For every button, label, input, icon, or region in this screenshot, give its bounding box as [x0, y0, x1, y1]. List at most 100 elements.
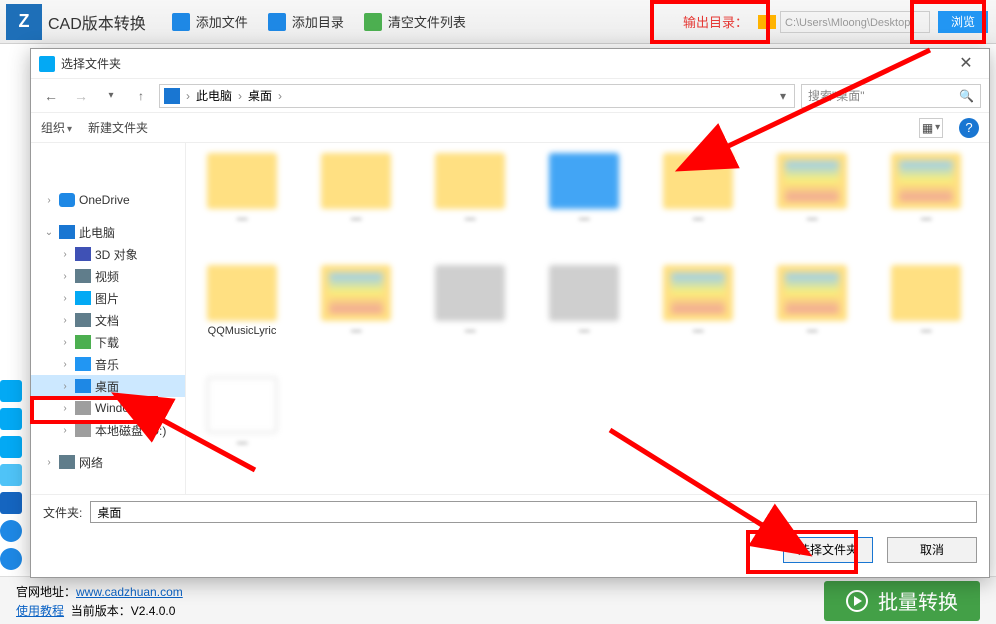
nav-row: ← → ▾ ↑ › 此电脑 › 桌面 › ▾ 搜索"桌面" 🔍 [31, 79, 989, 113]
dock-icon[interactable] [0, 380, 22, 402]
search-icon: 🔍 [959, 89, 974, 103]
cube-icon [75, 247, 91, 261]
tree-pictures[interactable]: ›图片 [31, 287, 185, 309]
dock-icon[interactable] [0, 520, 22, 542]
tree-videos[interactable]: ›视频 [31, 265, 185, 287]
tutorial-link[interactable]: 使用教程 [16, 604, 64, 618]
tree-network[interactable]: ›网络 [31, 451, 185, 473]
plus-icon [172, 13, 190, 31]
batch-convert-button[interactable]: 批量转换 [824, 581, 980, 621]
dock-icon[interactable] [0, 492, 22, 514]
desktop-icon [75, 379, 91, 393]
crumb-dropdown[interactable]: ▾ [776, 89, 790, 103]
folder-item[interactable]: — [884, 153, 968, 241]
select-folder-button[interactable]: 选择文件夹 [783, 537, 873, 563]
chevron-right-icon: › [186, 89, 190, 103]
up-button[interactable]: ↑ [129, 84, 153, 108]
folder-item[interactable]: — [314, 153, 398, 241]
folder-item[interactable]: — [884, 265, 968, 353]
organize-button[interactable]: 组织▾ [41, 119, 72, 136]
back-button[interactable]: ← [39, 84, 63, 108]
clear-list-label: 清空文件列表 [388, 12, 466, 31]
folder-content: — — — — — — — QQMusicLyric — — — — — — — [186, 143, 989, 494]
folder-item[interactable]: — [428, 153, 512, 241]
folder-item[interactable]: — [200, 377, 284, 465]
folder-item[interactable]: QQMusicLyric [200, 265, 284, 353]
view-mode-button[interactable]: ▦▾ [919, 118, 943, 138]
tree-this-pc[interactable]: ⌄此电脑 [31, 221, 185, 243]
add-file-label: 添加文件 [196, 12, 248, 31]
tree-music[interactable]: ›音乐 [31, 353, 185, 375]
dock-icon[interactable] [0, 436, 22, 458]
recent-dropdown[interactable]: ▾ [99, 84, 123, 108]
batch-label: 批量转换 [878, 586, 958, 615]
site-label: 官网地址： [16, 585, 76, 599]
close-button[interactable]: ✕ [951, 49, 981, 79]
folder-item[interactable]: — [200, 153, 284, 241]
drive-icon [75, 423, 91, 437]
crumb-this-pc[interactable]: 此电脑 [196, 87, 232, 104]
folder-item[interactable]: — [428, 265, 512, 353]
tree-documents[interactable]: ›文档 [31, 309, 185, 331]
dock-icon[interactable] [0, 548, 22, 570]
add-file-button[interactable]: 添加文件 [162, 0, 258, 44]
folder-name-row: 文件夹: [31, 494, 989, 529]
folder-item[interactable]: — [542, 265, 626, 353]
picture-icon [75, 291, 91, 305]
crumb-desktop[interactable]: 桌面 [248, 87, 272, 104]
cloud-icon [59, 193, 75, 207]
new-folder-button[interactable]: 新建文件夹 [88, 119, 148, 136]
network-icon [59, 455, 75, 469]
list-icon [268, 13, 286, 31]
dialog-body: ›OneDrive ⌄此电脑 ›3D 对象 ›视频 ›图片 ›文档 ›下载 ›音… [31, 143, 989, 494]
dock-icon[interactable] [0, 464, 22, 486]
help-button[interactable]: ? [959, 118, 979, 138]
play-icon [846, 590, 868, 612]
video-icon [75, 269, 91, 283]
download-icon [75, 335, 91, 349]
folder-item[interactable]: — [542, 153, 626, 241]
chevron-right-icon: › [278, 89, 282, 103]
folder-name-input[interactable] [90, 501, 977, 523]
folder-item[interactable]: — [770, 265, 854, 353]
app-logo-icon: Z [6, 4, 42, 40]
tree-drive-c[interactable]: ›Windows (C:) [31, 397, 185, 419]
folder-field-label: 文件夹: [43, 504, 82, 521]
app-footer: 官网地址：www.cadzhuan.com 使用教程 当前版本：V2.4.0.0… [0, 576, 996, 624]
output-path-field[interactable]: C:\Users\Mloong\Desktop [780, 11, 930, 33]
search-input[interactable]: 搜索"桌面" 🔍 [801, 84, 981, 108]
clear-list-button[interactable]: 清空文件列表 [354, 0, 476, 44]
document-icon [75, 313, 91, 327]
add-dir-label: 添加目录 [292, 12, 344, 31]
forward-button[interactable]: → [69, 84, 93, 108]
folder-icon [758, 15, 776, 29]
dialog-toolbar: 组织▾ 新建文件夹 ▦▾ ? [31, 113, 989, 143]
drive-icon [75, 401, 91, 415]
folder-item[interactable]: — [770, 153, 854, 241]
app-title: CAD版本转换 [48, 10, 146, 34]
folder-item[interactable]: — [656, 153, 740, 241]
left-dock [0, 380, 22, 570]
add-dir-button[interactable]: 添加目录 [258, 0, 354, 44]
version-label: 当前版本： [71, 604, 131, 618]
tree-3d-objects[interactable]: ›3D 对象 [31, 243, 185, 265]
dialog-buttons: 选择文件夹 取消 [31, 529, 989, 577]
version-value: V2.4.0.0 [131, 604, 176, 618]
browse-button[interactable]: 浏览 [938, 11, 988, 33]
tree-desktop[interactable]: ›桌面 [31, 375, 185, 397]
tree-onedrive[interactable]: ›OneDrive [31, 189, 185, 211]
dock-icon[interactable] [0, 408, 22, 430]
tree-downloads[interactable]: ›下载 [31, 331, 185, 353]
broom-icon [364, 13, 382, 31]
folder-item[interactable]: — [656, 265, 740, 353]
breadcrumb[interactable]: › 此电脑 › 桌面 › ▾ [159, 84, 795, 108]
app-toolbar: Z CAD版本转换 添加文件 添加目录 清空文件列表 输出目录： C:\User… [0, 0, 996, 44]
pc-icon [59, 225, 75, 239]
site-link[interactable]: www.cadzhuan.com [76, 585, 183, 599]
output-dir-label: 输出目录： [677, 12, 754, 31]
cancel-button[interactable]: 取消 [887, 537, 977, 563]
chevron-right-icon: › [238, 89, 242, 103]
folder-item[interactable]: — [314, 265, 398, 353]
tree-drive-d[interactable]: ›本地磁盘 (D:) [31, 419, 185, 441]
dialog-icon [39, 56, 55, 72]
